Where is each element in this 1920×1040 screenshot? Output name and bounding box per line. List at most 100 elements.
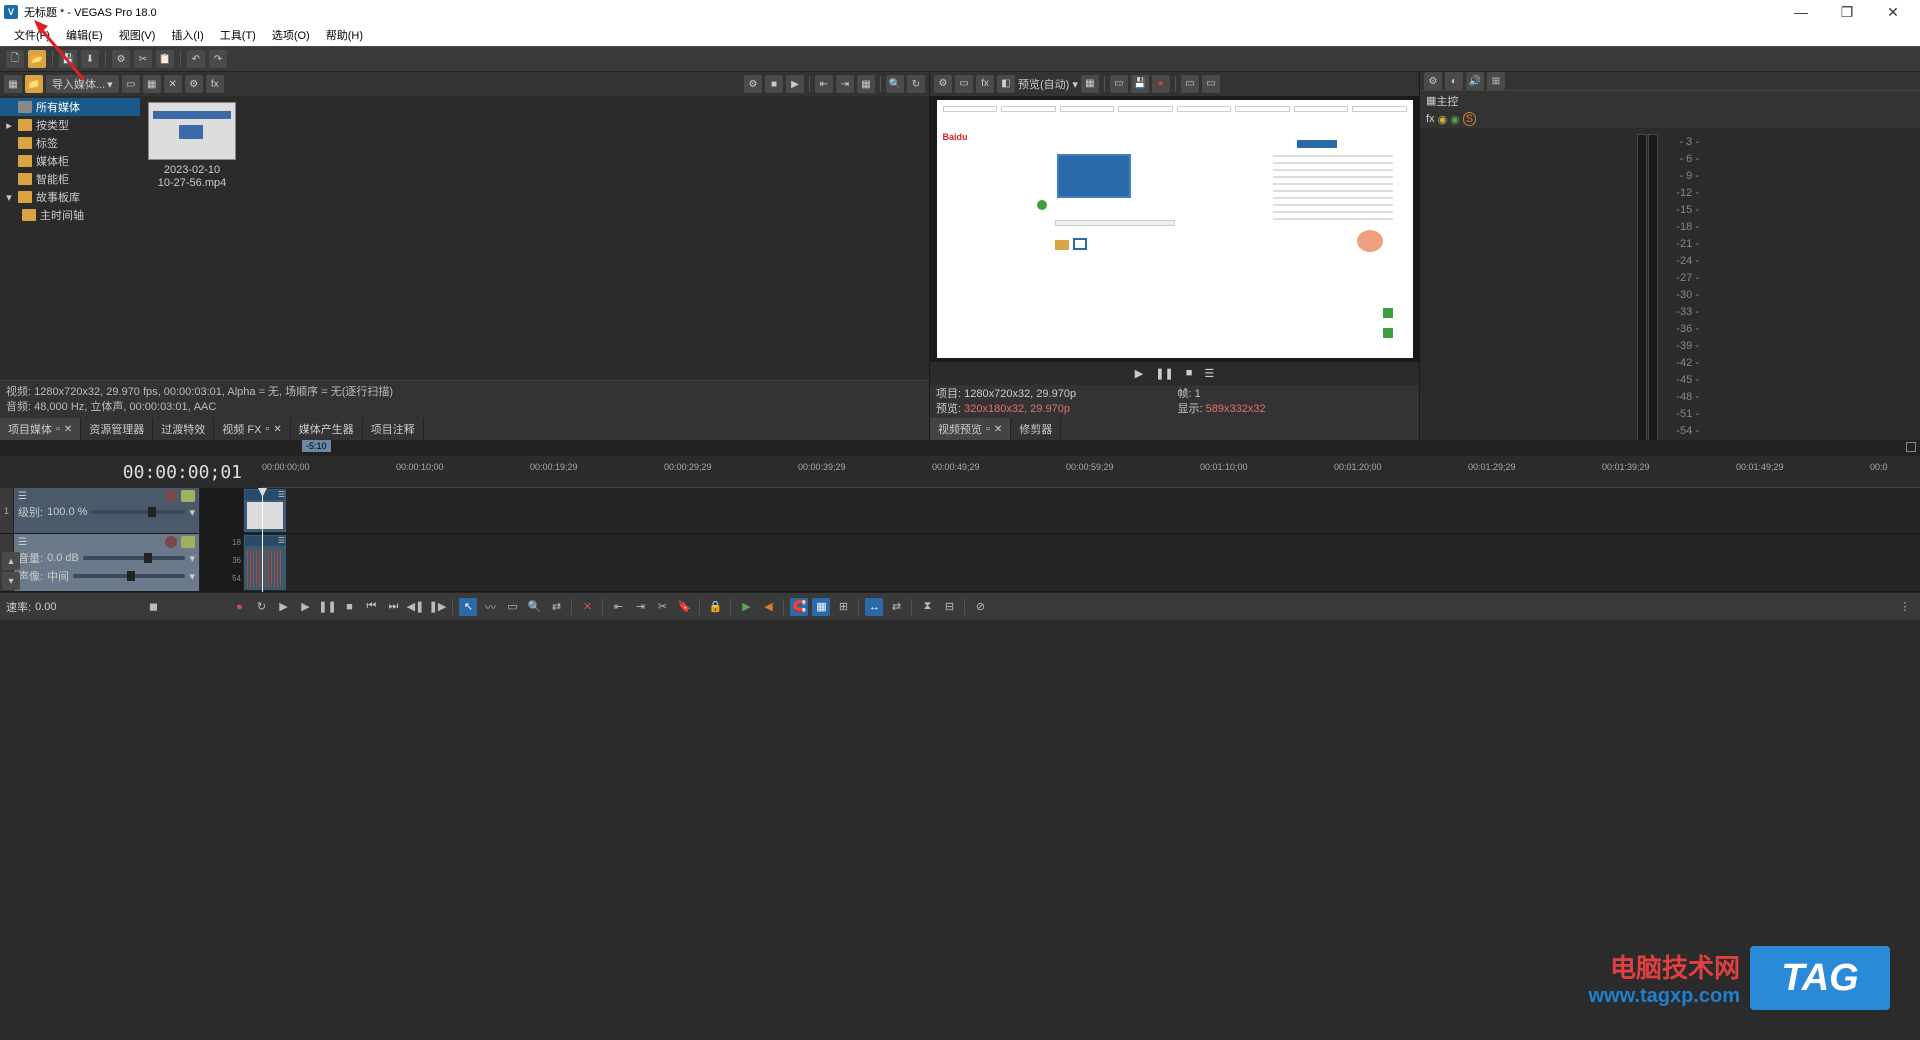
preview-ext-icon[interactable]: ▭ — [955, 75, 973, 93]
master-dim-icon[interactable]: ◐ — [1445, 72, 1463, 90]
preview-viewport[interactable]: Baidu — [930, 96, 1419, 362]
timeline-ruler[interactable]: 00:00:00;0000:00:10;0000:00:19;2900:00:2… — [262, 456, 1920, 488]
preview-overlay-icon[interactable]: ▭ — [1110, 75, 1128, 93]
snap-button[interactable]: 🧲 — [790, 598, 808, 616]
tab-video-preview[interactable]: 视频预览▫✕ — [930, 418, 1011, 440]
tab-trimmer[interactable]: 修剪器 — [1011, 418, 1061, 440]
split-button[interactable]: ✂ — [653, 598, 671, 616]
render-button[interactable]: ⬇ — [81, 50, 99, 68]
delete-button[interactable]: ✕ — [578, 598, 596, 616]
preview-save-icon[interactable]: 💾 — [1131, 75, 1149, 93]
tab-video-fx[interactable]: 视频 FX▫✕ — [214, 418, 290, 440]
preview-layout1-icon[interactable]: ▭ — [1181, 75, 1199, 93]
marker-in-button[interactable]: ▶ — [737, 598, 755, 616]
import-media-button[interactable]: 导入媒体... ▾ — [46, 75, 119, 93]
track-mute-icon[interactable] — [181, 490, 195, 502]
preview-pause-button[interactable]: ❚❚ — [1155, 367, 1173, 380]
tree-bins[interactable]: 媒体柜 — [0, 152, 140, 170]
lock-button[interactable]: 🔒 — [706, 598, 724, 616]
quantize-button[interactable]: ▦ — [812, 598, 830, 616]
tab-explorer[interactable]: 资源管理器 — [81, 418, 153, 440]
media-thumbnail[interactable]: 2023-02-1010-27-56.mp4 — [146, 102, 238, 190]
preview-props-icon[interactable]: ⚙ — [934, 75, 952, 93]
volume-slider[interactable] — [83, 556, 186, 560]
ignore-group-button[interactable]: ⊘ — [971, 598, 989, 616]
play-button[interactable]: ▶ — [296, 598, 314, 616]
menu-help[interactable]: 帮助(H) — [318, 25, 371, 45]
tab-generators[interactable]: 媒体产生器 — [291, 418, 363, 440]
menu-tools[interactable]: 工具(T) — [212, 25, 264, 45]
media-layout-icon[interactable]: ▦ — [857, 75, 875, 93]
event-group-button[interactable]: ⊟ — [940, 598, 958, 616]
play-start-button[interactable]: ▶ — [274, 598, 292, 616]
master-mute-icon[interactable]: ◉ — [1438, 113, 1448, 126]
close-button[interactable]: ✕ — [1870, 0, 1916, 24]
media-props-icon[interactable]: ⚙ — [185, 75, 203, 93]
open-button[interactable]: 📂 — [28, 50, 46, 68]
master-s-icon[interactable]: S — [1463, 112, 1476, 126]
media-zoom-icon[interactable]: 🔍 — [886, 75, 904, 93]
preview-layout2-icon[interactable]: ▭ — [1202, 75, 1220, 93]
timeline-maximize-icon[interactable] — [1906, 442, 1916, 452]
track-rec-icon[interactable] — [165, 536, 177, 548]
media-stop-icon[interactable]: ■ — [765, 75, 783, 93]
track-scroll-up-icon[interactable]: ▴ — [2, 552, 20, 570]
menu-edit[interactable]: 编辑(E) — [58, 25, 111, 45]
new-button[interactable]: 🗋 — [6, 50, 24, 68]
cut-button[interactable]: ✂ — [134, 50, 152, 68]
preview-split-icon[interactable]: ◧ — [997, 75, 1015, 93]
menu-view[interactable]: 视图(V) — [111, 25, 164, 45]
properties-button[interactable]: ⚙ — [112, 50, 130, 68]
tab-project-media[interactable]: 项目媒体▫✕ — [0, 418, 81, 440]
ripple-mode-button[interactable]: ⇄ — [887, 598, 905, 616]
media-in-icon[interactable]: ⇤ — [815, 75, 833, 93]
preview-play-button[interactable]: ▶ — [1135, 367, 1143, 380]
video-clip[interactable]: ☰ — [244, 489, 286, 532]
go-start-button[interactable]: ⏮ — [362, 598, 380, 616]
tree-by-type[interactable]: ▸按类型 — [0, 116, 140, 134]
media-view-icon[interactable]: ▦ — [4, 75, 22, 93]
tree-main-timeline[interactable]: 主时间轴 — [0, 206, 140, 224]
media-fx-icon[interactable]: fx — [206, 75, 224, 93]
prev-frame-button[interactable]: ◀❚ — [406, 598, 424, 616]
envelope-tool[interactable]: 〰 — [481, 598, 499, 616]
preview-menu-button[interactable]: ☰ — [1204, 367, 1214, 380]
pan-slider[interactable] — [73, 574, 185, 578]
video-track-content[interactable]: ☰ — [244, 488, 1920, 533]
master-solo-icon[interactable]: ◉ — [1450, 113, 1460, 126]
pause-button[interactable]: ❚❚ — [318, 598, 336, 616]
media-remove-icon[interactable]: ✕ — [164, 75, 182, 93]
preview-rec-icon[interactable]: ● — [1152, 75, 1170, 93]
tab-transitions[interactable]: 过渡特效 — [153, 418, 214, 440]
go-end-button[interactable]: ⏭ — [384, 598, 402, 616]
media-settings-icon[interactable]: ⚙ — [744, 75, 762, 93]
menu-more-icon[interactable]: ⋮ — [1896, 598, 1914, 616]
select-tool[interactable]: ▭ — [503, 598, 521, 616]
trim-end-button[interactable]: ⇥ — [631, 598, 649, 616]
stop-button[interactable]: ■ — [340, 598, 358, 616]
maximize-button[interactable]: ❐ — [1824, 0, 1870, 24]
preview-quality-dropdown[interactable]: 预览(自动) ▾ — [1018, 76, 1078, 92]
media-capture-icon[interactable]: ▭ — [122, 75, 140, 93]
audio-track-header[interactable]: ☰ 音量:0.0 dB▾ 声像:中间▾ — [14, 534, 200, 591]
marker-button[interactable]: 🔖 — [675, 598, 693, 616]
tab-notes[interactable]: 项目注释 — [363, 418, 424, 440]
undo-button[interactable]: ↶ — [187, 50, 205, 68]
trim-start-button[interactable]: ⇤ — [609, 598, 627, 616]
tree-tags[interactable]: 标签 — [0, 134, 140, 152]
record-button[interactable]: ● — [230, 598, 248, 616]
menu-insert[interactable]: 插入(I) — [163, 25, 211, 45]
master-fx-icon[interactable]: fx — [1426, 113, 1435, 125]
snap-marker-button[interactable]: ⊞ — [834, 598, 852, 616]
auto-crossfade-button[interactable]: ⧗ — [918, 598, 936, 616]
track-menu-icon[interactable]: ☰ — [18, 537, 27, 548]
preview-grid-icon[interactable]: ▦ — [1081, 75, 1099, 93]
normal-edit-tool[interactable]: ↖ — [459, 598, 477, 616]
track-menu-icon[interactable]: ☰ — [18, 491, 27, 502]
master-settings-icon[interactable]: ⚙ — [1424, 72, 1442, 90]
preview-stop-button[interactable]: ■ — [1186, 367, 1193, 380]
tree-smart[interactable]: 智能柜 — [0, 170, 140, 188]
master-sliders-icon[interactable]: ⊞ — [1487, 72, 1505, 90]
media-folder-icon[interactable]: 📁 — [25, 75, 43, 93]
track-rec-icon[interactable] — [165, 490, 177, 502]
